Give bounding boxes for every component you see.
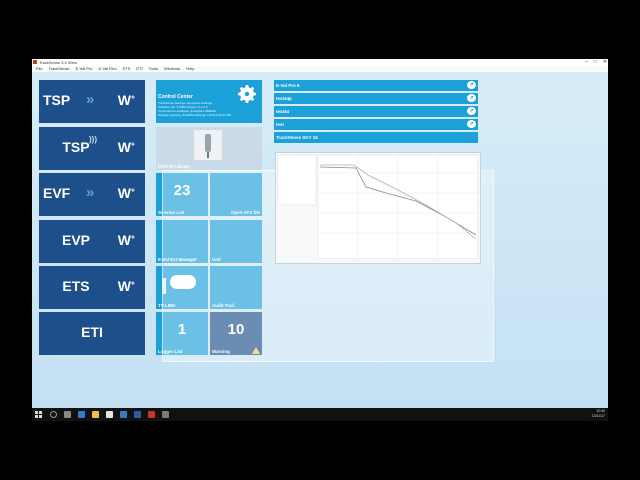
- chart-icon: ↗: [467, 94, 476, 102]
- app-icon[interactable]: [134, 411, 141, 418]
- tile-pro-id-library[interactable]: PRO-ID Library: [156, 127, 262, 170]
- minimize-icon[interactable]: –: [585, 59, 588, 66]
- edge-icon[interactable]: [78, 411, 85, 418]
- chart-icon: ↗: [467, 107, 476, 115]
- tile-evf[interactable]: EVF » W+: [39, 173, 145, 216]
- list-item[interactable]: test44p ↗: [274, 93, 478, 104]
- maximize-icon[interactable]: □: [594, 59, 597, 66]
- tile-eti[interactable]: ETI: [39, 312, 145, 355]
- double-arrow-icon: »: [86, 184, 95, 201]
- store-icon[interactable]: [106, 411, 113, 418]
- app-window: TrackSense 5.0 Wins – □ ✕ File TrackSens…: [32, 59, 608, 421]
- chrome-icon[interactable]: [120, 411, 127, 418]
- system-clock[interactable]: 12:00 13/11/17: [592, 409, 605, 419]
- chart-window: [275, 152, 481, 264]
- w-icon: W+: [117, 139, 135, 155]
- window-title: TrackSense 5.0 Wins: [39, 60, 77, 65]
- tile-label: TSP: [62, 139, 90, 155]
- list-item[interactable]: TrackSense SKY 15: [274, 132, 478, 143]
- double-arrow-icon: »: [86, 91, 95, 108]
- w-icon: W+: [117, 278, 135, 294]
- list-item[interactable]: test44 ↗: [274, 106, 478, 117]
- tile-label: ETS: [62, 278, 90, 294]
- tile-caption: PRO-ID Library: [158, 164, 191, 169]
- gear-icon: [238, 85, 256, 103]
- app-icon: [33, 60, 37, 64]
- list-item[interactable]: E-Val Pro 6 ↗: [274, 80, 478, 91]
- w-icon: W+: [117, 92, 135, 108]
- workspace: TSP » W+ TSP ))) W+ EVF » W+ EVP W+ ETS …: [32, 72, 608, 408]
- title-bar: TrackSense 5.0 Wins – □ ✕: [32, 59, 608, 66]
- tile-ets[interactable]: ETS W+: [39, 266, 145, 309]
- list-item[interactable]: test ↗: [274, 119, 478, 130]
- control-center-title: Control Center: [158, 94, 193, 100]
- w-icon: W+: [117, 185, 135, 201]
- tile-label: EVF: [43, 185, 71, 201]
- tile-tsp[interactable]: TSP ))) W+: [39, 127, 145, 170]
- tile-label: EVP: [61, 232, 90, 248]
- tile-evp[interactable]: EVP W+: [39, 220, 145, 263]
- chart-icon: ↗: [467, 81, 476, 89]
- wireless-icon: ))): [89, 135, 97, 144]
- chart-preview: [276, 153, 480, 263]
- logger-image: [194, 130, 222, 160]
- search-icon[interactable]: [50, 411, 57, 418]
- taskbar: 12:00 13/11/17: [32, 408, 608, 421]
- control-center-info: TrackSense Settings: European Settings S…: [158, 101, 231, 117]
- tile-label: TSP: [43, 92, 71, 108]
- tile-control-center[interactable]: Control Center TrackSense Settings: Euro…: [156, 80, 262, 123]
- chart-icon: ↗: [467, 120, 476, 128]
- file-explorer-icon[interactable]: [92, 411, 99, 418]
- task-view-icon[interactable]: [64, 411, 71, 418]
- settings-icon[interactable]: [162, 411, 169, 418]
- w-icon: W+: [117, 232, 135, 248]
- close-icon[interactable]: ✕: [603, 59, 607, 66]
- ellab-icon[interactable]: [148, 411, 155, 418]
- tile-tsp-wireless[interactable]: TSP » W+: [39, 80, 145, 123]
- tile-label: ETI: [81, 324, 103, 340]
- windows-start-icon[interactable]: [35, 411, 42, 418]
